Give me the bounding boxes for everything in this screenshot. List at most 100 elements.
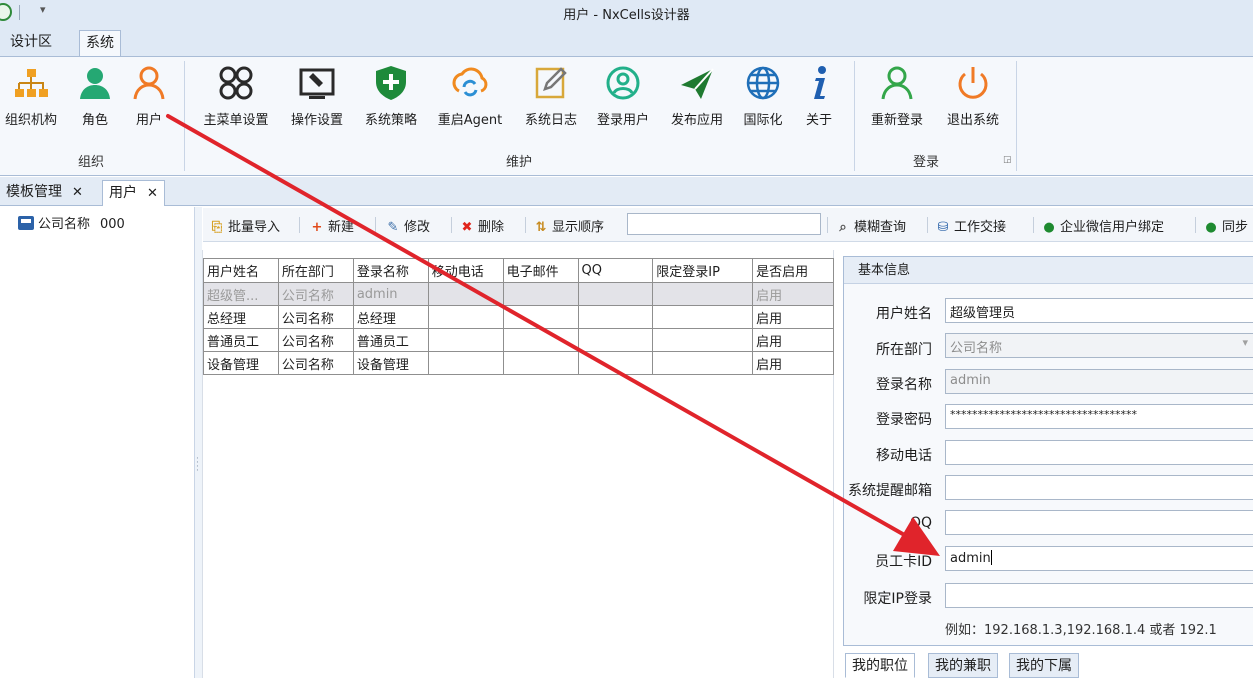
table-cell: 设备管理 bbox=[352, 351, 429, 375]
tab-my-position[interactable]: 我的职位 bbox=[845, 653, 915, 678]
department-select[interactable]: 公司名称 ▾ bbox=[945, 333, 1253, 358]
org-node-icon bbox=[18, 216, 34, 230]
fuzzy-search-button[interactable]: ⌕ 模糊查询 bbox=[835, 216, 906, 235]
toolbar-separator bbox=[451, 217, 452, 233]
tree-node-company[interactable]: 公司名称 000 bbox=[18, 213, 125, 232]
text-cursor bbox=[990, 550, 992, 565]
display-order-button[interactable]: ⇅ 显示顺序 bbox=[533, 216, 604, 235]
delete-label: 删除 bbox=[478, 220, 505, 235]
login-users-button[interactable]: 登录用户 bbox=[590, 63, 656, 128]
group-launcher-icon[interactable]: ◲ bbox=[1003, 155, 1012, 165]
tab-template-management[interactable]: 模板管理 ✕ bbox=[0, 180, 89, 206]
column-header[interactable]: 所在部门 bbox=[277, 258, 354, 283]
display-order-label: 显示顺序 bbox=[552, 220, 605, 235]
tab-users[interactable]: 用户 ✕ bbox=[102, 180, 165, 206]
close-icon[interactable]: ✕ bbox=[72, 185, 83, 200]
system-log-button[interactable]: 系统日志 bbox=[518, 63, 584, 128]
splitter-grip-icon: · · · · bbox=[196, 454, 199, 476]
card-id-value: admin bbox=[950, 551, 991, 566]
table-row[interactable]: 普通员工 公司名称 普通员工 启用 bbox=[203, 328, 834, 352]
department-label: 所在部门 bbox=[876, 342, 932, 358]
sort-icon: ⇅ bbox=[535, 220, 547, 235]
column-header[interactable]: QQ bbox=[577, 258, 654, 283]
tab-my-part-time[interactable]: 我的兼职 bbox=[928, 653, 998, 678]
password-input[interactable]: ********************************** bbox=[945, 404, 1253, 429]
edit-button[interactable]: ✎ 修改 bbox=[385, 216, 430, 235]
delete-button[interactable]: ✖ 删除 bbox=[459, 216, 504, 235]
restrict-ip-input[interactable] bbox=[945, 583, 1253, 608]
window-title: 用户 - NxCells设计器 bbox=[563, 8, 690, 23]
table-row[interactable]: 超级管... 公司名称 admin 启用 bbox=[203, 282, 834, 306]
table-cell: 超级管... bbox=[203, 282, 279, 306]
column-header[interactable]: 用户姓名 bbox=[203, 258, 279, 283]
user-grid[interactable]: 用户姓名 所在部门 登录名称 移动电话 电子邮件 QQ 限定登录IP 是否启用 … bbox=[203, 258, 834, 375]
qq-label: QQ bbox=[909, 515, 932, 531]
role-button[interactable]: 角色 bbox=[72, 63, 118, 128]
sync-button[interactable]: ● 同步 bbox=[1203, 216, 1248, 235]
restart-agent-button[interactable]: 重启Agent bbox=[430, 63, 510, 128]
publish-app-label: 发布应用 bbox=[670, 113, 723, 128]
toolbar-separator bbox=[299, 217, 300, 233]
i18n-button[interactable]: 国际化 bbox=[736, 63, 790, 128]
wechat-icon: ● bbox=[1043, 220, 1055, 235]
display-order-input[interactable] bbox=[627, 213, 821, 235]
operation-settings-button[interactable]: 操作设置 bbox=[284, 63, 350, 128]
table-cell bbox=[652, 351, 754, 375]
batch-import-button[interactable]: ⎘ 批量导入 bbox=[209, 216, 280, 235]
send-icon bbox=[677, 63, 717, 103]
toolbar-separator bbox=[1195, 217, 1196, 233]
table-cell: 启用 bbox=[752, 351, 834, 375]
column-header[interactable]: 登录名称 bbox=[352, 258, 429, 283]
ip-hint: 例如：192.168.1.3,192.168.1.4 或者 192.1 bbox=[945, 623, 1217, 638]
about-button[interactable]: 关于 bbox=[796, 63, 842, 128]
edit-label: 修改 bbox=[404, 220, 431, 235]
work-handover-button[interactable]: ⛁ 工作交接 bbox=[935, 216, 1006, 235]
remind-email-input[interactable] bbox=[945, 475, 1253, 500]
org-tree: 公司名称 000 bbox=[0, 207, 195, 678]
chevron-down-icon[interactable]: ▾ bbox=[1242, 336, 1248, 349]
column-header[interactable]: 限定登录IP bbox=[652, 258, 754, 283]
exit-system-button[interactable]: 退出系统 bbox=[940, 63, 1006, 128]
group-label-login: 登录 bbox=[912, 155, 939, 170]
column-header[interactable]: 电子邮件 bbox=[502, 258, 579, 283]
table-cell: 启用 bbox=[752, 328, 834, 352]
relogin-icon bbox=[877, 63, 917, 103]
card-id-input[interactable]: admin bbox=[945, 546, 1253, 571]
relogin-button[interactable]: 重新登录 bbox=[864, 63, 930, 128]
batch-import-label: 批量导入 bbox=[228, 220, 281, 235]
table-cell: 公司名称 bbox=[277, 328, 354, 352]
column-header[interactable]: 是否启用 bbox=[752, 258, 834, 283]
basic-info-header: 基本信息 bbox=[844, 257, 1253, 284]
table-row[interactable]: 设备管理 公司名称 设备管理 启用 bbox=[203, 351, 834, 375]
card-id-label: 员工卡ID bbox=[875, 554, 932, 570]
tab-system[interactable]: 系统 bbox=[79, 30, 121, 56]
mobile-input[interactable] bbox=[945, 440, 1253, 465]
toolbar-separator bbox=[927, 217, 928, 233]
column-header[interactable]: 移动电话 bbox=[427, 258, 504, 283]
panel-splitter[interactable]: · · · · bbox=[195, 207, 202, 678]
pencil-icon: ✎ bbox=[387, 220, 399, 235]
close-icon[interactable]: ✕ bbox=[147, 186, 158, 201]
new-button[interactable]: + 新建 bbox=[309, 216, 354, 235]
tab-my-subordinates[interactable]: 我的下属 bbox=[1009, 653, 1079, 678]
wechat-bind-button[interactable]: ● 企业微信用户绑定 bbox=[1041, 216, 1164, 235]
tab-template-management-label: 模板管理 bbox=[6, 184, 62, 200]
operation-settings-label: 操作设置 bbox=[290, 113, 343, 128]
table-cell: 普通员工 bbox=[203, 328, 279, 352]
table-cell: 总经理 bbox=[203, 305, 279, 329]
shield-icon bbox=[371, 63, 411, 103]
login-name-input[interactable]: admin bbox=[945, 369, 1253, 394]
org-structure-button[interactable]: 组织机构 bbox=[0, 63, 62, 128]
qq-input[interactable] bbox=[945, 510, 1253, 535]
group-separator bbox=[1016, 61, 1017, 171]
main-menu-settings-button[interactable]: 主菜单设置 bbox=[196, 63, 276, 128]
work-handover-label: 工作交接 bbox=[954, 220, 1007, 235]
publish-app-button[interactable]: 发布应用 bbox=[664, 63, 730, 128]
login-name-label: 登录名称 bbox=[876, 377, 932, 393]
username-input[interactable]: 超级管理员 bbox=[945, 298, 1253, 323]
tree-node-code: 000 bbox=[100, 217, 125, 232]
table-row[interactable]: 总经理 公司名称 总经理 启用 bbox=[203, 305, 834, 329]
user-button[interactable]: 用户 bbox=[126, 63, 172, 128]
tab-design-area[interactable]: 设计区 bbox=[4, 30, 58, 56]
system-policy-button[interactable]: 系统策略 bbox=[358, 63, 424, 128]
